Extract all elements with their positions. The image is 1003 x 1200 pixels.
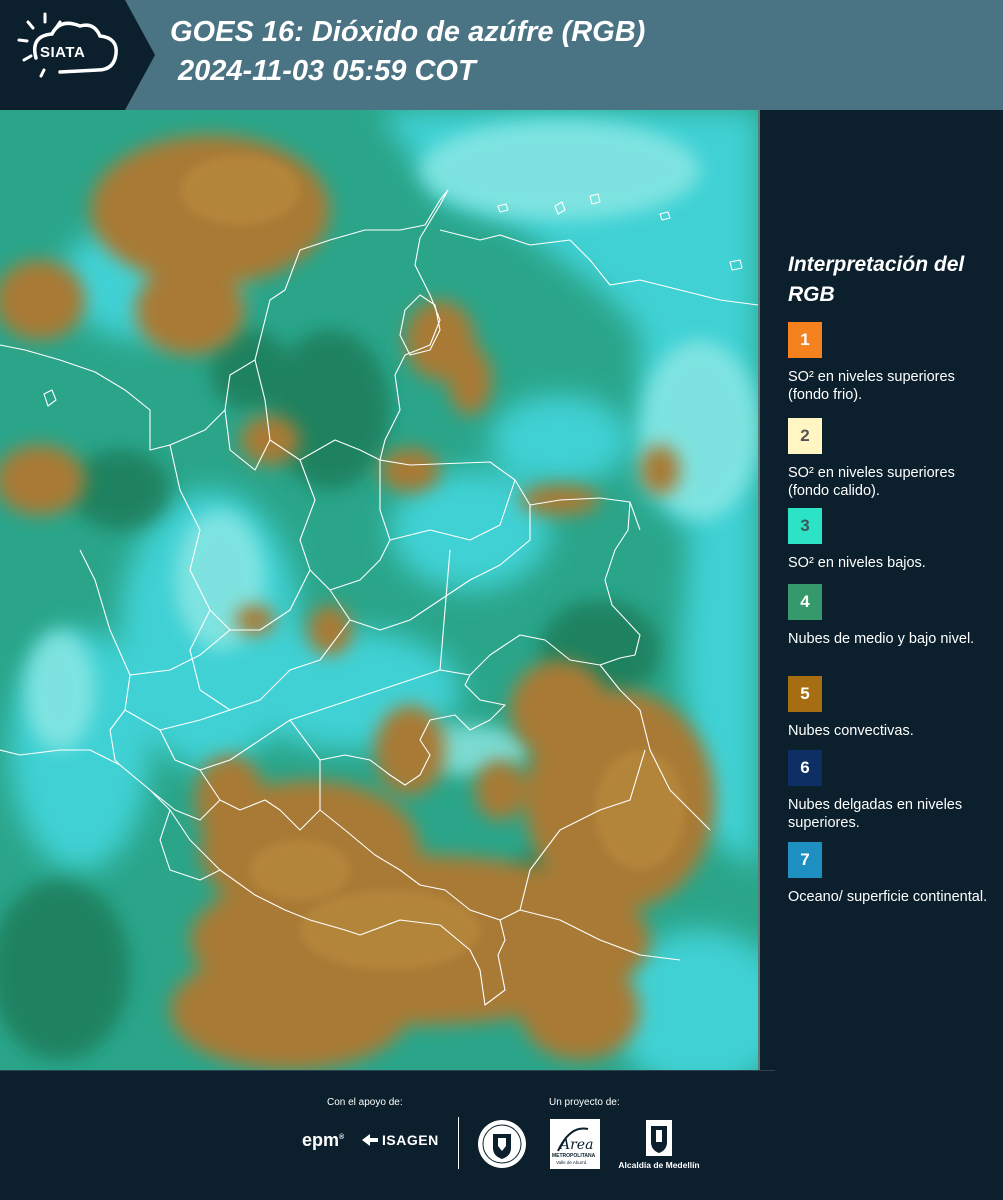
- legend-item-3: 3 SO² en niveles bajos.: [788, 508, 993, 572]
- page-title: GOES 16: Dióxido de azúfre (RGB): [170, 16, 646, 48]
- isagen-logo: ISAGEN: [362, 1132, 439, 1148]
- legend-label-3: SO² en niveles bajos.: [788, 555, 926, 571]
- legend-item-5: 5 Nubes convectivas.: [788, 676, 993, 740]
- epm-registered-mark: ®: [339, 1134, 345, 1141]
- footer-top-divider: [0, 1070, 775, 1071]
- area-logo-subtext-2: Valle de Aburrá: [556, 1160, 587, 1165]
- legend-swatch-3: 3: [788, 508, 822, 544]
- legend-swatch-2: 2: [788, 418, 822, 454]
- epm-logo: epm®: [302, 1130, 344, 1151]
- page-timestamp: 2024-11-03 05:59 COT: [178, 55, 476, 87]
- area-logo-text: Área: [560, 1137, 594, 1153]
- isagen-mark-icon: [362, 1134, 378, 1146]
- siata-logo: SIATA: [0, 0, 155, 110]
- area-metropolitana-logo: Área METROPOLITANA Valle de Aburrá: [550, 1119, 600, 1169]
- support-caption: Con el apoyo de:: [327, 1097, 403, 1108]
- legend-panel: Interpretación del RGB 1 SO² en niveles …: [760, 110, 1003, 1070]
- legend-title: Interpretación del RGB: [788, 253, 965, 306]
- footer-bar: Con el apoyo de: Un proyecto de: epm® IS…: [0, 1070, 1003, 1200]
- legend-label-4: Nubes de medio y bajo nivel.: [788, 631, 975, 647]
- legend-label-1: SO² en niveles superiores (fondo frio).: [788, 369, 955, 403]
- legend-item-6: 6 Nubes delgadas en niveles superiores.: [788, 750, 993, 832]
- legend-swatch-7: 7: [788, 842, 822, 878]
- header-bar: SIATA GOES 16: Dióxido de azúfre (RGB) 2…: [0, 0, 1003, 110]
- legend-item-7: 7 Oceano/ superficie continental.: [788, 842, 993, 906]
- medellin-seal-icon: [478, 1120, 526, 1168]
- footer-divider: [458, 1117, 459, 1169]
- epm-logo-text: epm: [302, 1130, 340, 1150]
- isagen-logo-text: ISAGEN: [382, 1132, 439, 1148]
- legend-item-2: 2 SO² en niveles superiores (fondo calid…: [788, 418, 993, 500]
- legend-item-1: 1 SO² en niveles superiores (fondo frio)…: [788, 322, 993, 404]
- legend-swatch-5: 5: [788, 676, 822, 712]
- alcaldia-crest-icon: [646, 1120, 672, 1156]
- legend-swatch-1: 1: [788, 322, 822, 358]
- area-logo-subtext: METROPOLITANA: [552, 1153, 596, 1159]
- project-caption: Un proyecto de:: [549, 1097, 620, 1108]
- alcaldia-logo-text: Alcaldía de Medellín: [618, 1160, 700, 1170]
- legend-label-7: Oceano/ superficie continental.: [788, 889, 988, 905]
- legend-label-5: Nubes convectivas.: [788, 723, 914, 739]
- legend-label-2: SO² en niveles superiores (fondo calido)…: [788, 465, 955, 499]
- siata-logo-text: SIATA: [40, 44, 86, 61]
- satellite-map: [0, 110, 758, 1070]
- legend-item-4: 4 Nubes de medio y bajo nivel.: [788, 584, 993, 648]
- legend-swatch-4: 4: [788, 584, 822, 620]
- legend-label-6: Nubes delgadas en niveles superiores.: [788, 797, 963, 831]
- alcaldia-medellin-logo: Alcaldía de Medellín: [614, 1118, 704, 1173]
- legend-swatch-6: 6: [788, 750, 822, 786]
